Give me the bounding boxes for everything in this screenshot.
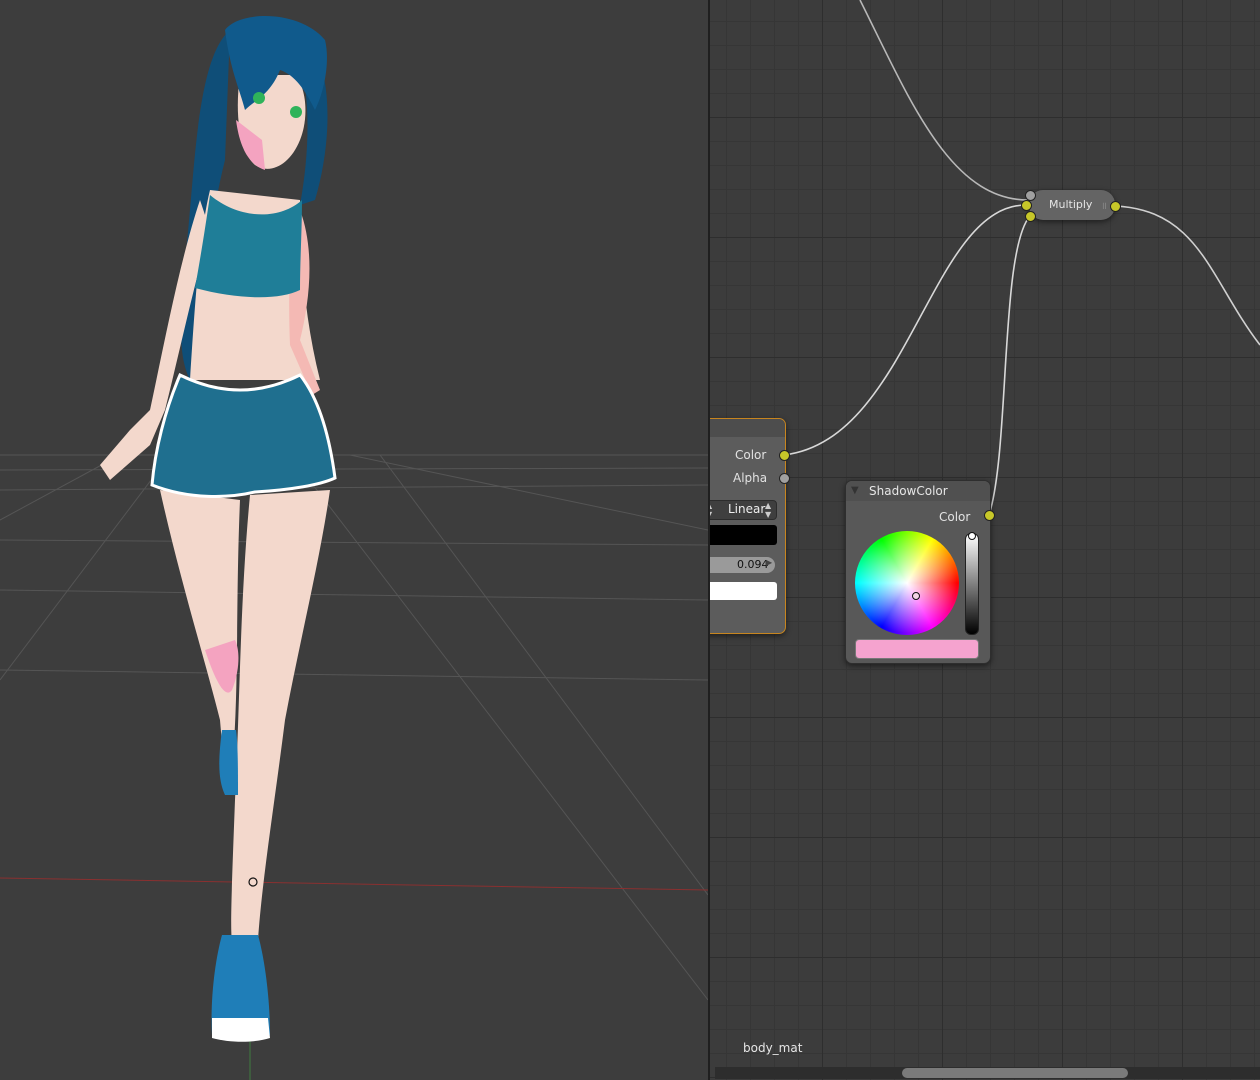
character-model[interactable]: [100, 16, 337, 1042]
link-shadow-to-multiply: [988, 215, 1031, 516]
texture-alpha-label: Alpha: [733, 471, 768, 485]
left-eye: [253, 92, 265, 104]
right-leg: [231, 490, 330, 940]
right-eye: [290, 106, 302, 118]
multiply-output-socket[interactable]: [1110, 201, 1121, 212]
horizontal-scrollbar[interactable]: [715, 1067, 1260, 1079]
link-texture-to-multiply: [783, 204, 1027, 456]
texture-color-socket[interactable]: [779, 450, 790, 461]
shadow-color-node[interactable]: ▼ ShadowColor Color: [845, 480, 991, 664]
multiply-label: Multiply: [1049, 198, 1093, 211]
value-number-field[interactable]: 0.094 ▶: [710, 557, 775, 573]
left-shoe: [219, 730, 238, 795]
shadow-color-output-socket[interactable]: [984, 510, 995, 521]
right-shoe-sole: [212, 1018, 270, 1042]
scrollbar-thumb[interactable]: [902, 1068, 1128, 1078]
up-down-arrow-icon: ▲▼: [765, 501, 772, 519]
color-wheel-cursor[interactable]: [912, 592, 920, 600]
value-number: 0.094: [737, 558, 769, 571]
floor-grid: [0, 454, 708, 1001]
interpolation-value: Linear: [728, 502, 766, 516]
material-name: body_mat: [743, 1041, 803, 1055]
node-editor[interactable]: Multiply ॥ Color Alpha ▲▼ Linear ▲▼ 0.09…: [710, 0, 1260, 1080]
multiply-input1-socket[interactable]: [1021, 200, 1032, 211]
multiply-input2-socket[interactable]: [1025, 211, 1036, 222]
collapse-triangle-icon[interactable]: ▼: [851, 485, 859, 496]
texture-alpha-socket[interactable]: [779, 473, 790, 484]
color-preview-swatch[interactable]: [855, 639, 979, 659]
multiply-node[interactable]: Multiply ॥: [1029, 190, 1115, 220]
resize-grip-icon[interactable]: ॥: [1101, 198, 1107, 212]
shorts: [150, 372, 337, 498]
viewport-canvas: [0, 16, 708, 1080]
value-slider-handle[interactable]: [968, 532, 976, 540]
interpolation-dropdown[interactable]: ▲▼ Linear ▲▼: [710, 500, 777, 520]
texture-node-header[interactable]: [710, 419, 785, 437]
shadow-color-socket-label: Color: [939, 510, 971, 524]
texture-node[interactable]: Color Alpha ▲▼ Linear ▲▼ 0.094 ▶: [710, 418, 786, 634]
color-wheel[interactable]: [855, 531, 959, 635]
up-down-arrow-icon: ▲▼: [710, 501, 712, 519]
link-incoming: [859, 0, 1029, 201]
right-arrow-icon[interactable]: ▶: [766, 558, 772, 567]
value-slider[interactable]: [965, 532, 979, 635]
black-color-field[interactable]: [710, 525, 777, 545]
shadow-color-header[interactable]: ▼ ShadowColor: [846, 481, 990, 501]
x-axis-line: [0, 877, 708, 891]
white-color-field[interactable]: [710, 582, 777, 600]
shadow-color-title: ShadowColor: [869, 484, 948, 498]
link-multiply-out: [1114, 205, 1260, 346]
3d-viewport[interactable]: [0, 0, 708, 1080]
texture-color-label: Color: [735, 448, 767, 462]
